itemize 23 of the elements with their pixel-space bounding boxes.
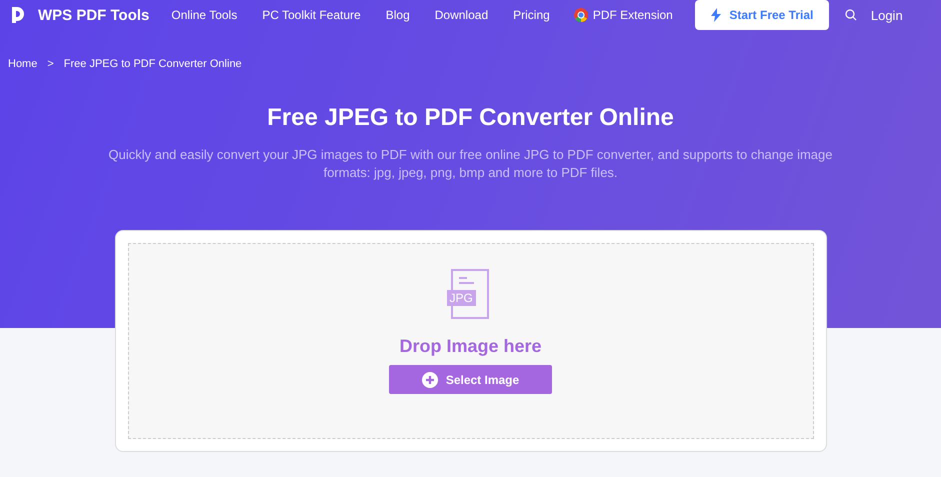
lightning-icon: [710, 8, 722, 22]
page-subtitle: Quickly and easily convert your JPG images to PDF with our free online JPG to PDF converter, and supports to change image formats: jpg, jpeg, png, bmp and more to PDF files.: [107, 146, 834, 182]
drop-zone[interactable]: JPG Drop Image here Select Image: [128, 243, 814, 439]
nav-link[interactable]: Download: [434, 8, 488, 22]
brand-name[interactable]: WPS PDF Tools: [38, 6, 150, 24]
jpg-file-icon: JPG: [450, 269, 492, 319]
start-trial-button[interactable]: Start Free Trial: [694, 0, 829, 30]
nav-link[interactable]: Online Tools: [171, 8, 238, 22]
breadcrumb-separator: >: [47, 58, 54, 70]
nav-link[interactable]: Pricing: [513, 8, 550, 22]
nav-link[interactable]: PC Toolkit Feature: [262, 8, 361, 22]
nav-link[interactable]: Blog: [386, 8, 410, 22]
search-icon[interactable]: [844, 9, 857, 21]
select-image-button[interactable]: Select Image: [389, 365, 552, 394]
plus-icon: [422, 372, 438, 388]
login-link[interactable]: Login: [870, 8, 903, 22]
nav-link[interactable]: PDF Extension: [592, 8, 673, 22]
logo-icon[interactable]: [10, 6, 26, 24]
breadcrumb-item[interactable]: Free JPEG to PDF Converter Online: [64, 58, 242, 70]
page-title: Free JPEG to PDF Converter Online: [267, 104, 674, 132]
breadcrumb-item[interactable]: Home: [8, 58, 38, 70]
browser-icon[interactable]: [572, 7, 589, 23]
drop-text: Drop Image here: [399, 336, 542, 357]
